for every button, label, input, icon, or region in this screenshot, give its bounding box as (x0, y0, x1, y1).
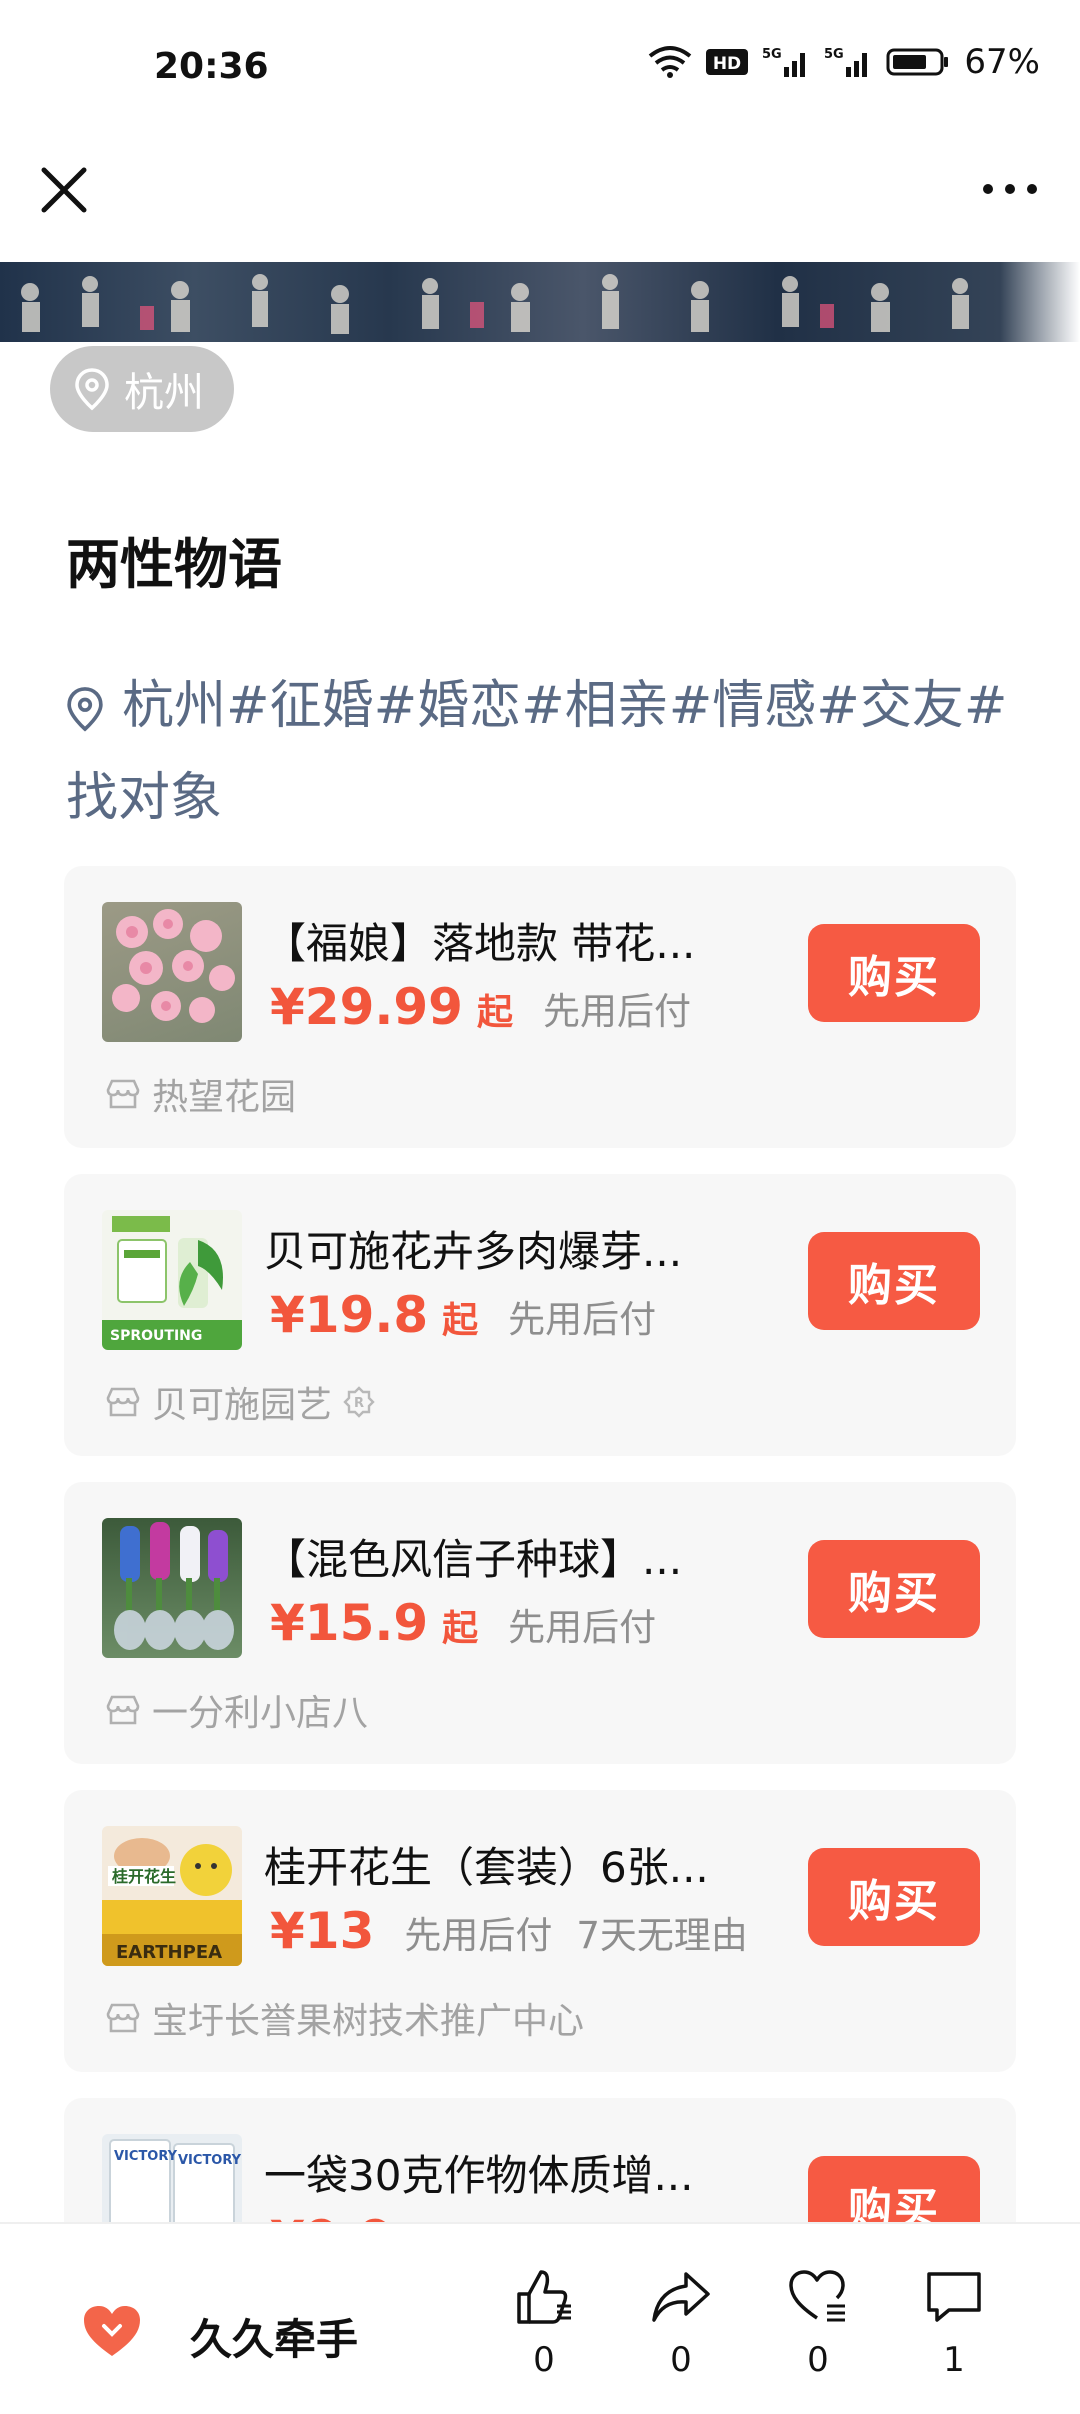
share-count: 0 (670, 2340, 692, 2380)
share-button[interactable]: 0 (641, 2266, 721, 2380)
product-price: ¥15.9 (270, 1594, 429, 1652)
verified-badge-icon: R (343, 1386, 375, 1418)
product-thumbnail (102, 902, 242, 1042)
product-price-row: ¥15.9 起 先用后付 (270, 1594, 656, 1652)
shop-icon (106, 2003, 140, 2033)
buy-button[interactable]: 购买 (808, 1540, 980, 1638)
svg-text:桂开花生: 桂开花生 (111, 1867, 176, 1886)
svg-text:EARTHPEA: EARTHPEA (116, 1942, 222, 1963)
buy-button[interactable]: 购买 (808, 1232, 980, 1330)
more-icon[interactable] (980, 174, 1040, 204)
shop-name: 热望花园 (152, 1077, 297, 1118)
product-price-row: ¥13 先用后付 7天无理由 (270, 1902, 748, 1960)
top-nav (0, 138, 1080, 262)
comment-icon (927, 2272, 981, 2322)
location-pin-icon (75, 368, 109, 411)
post-tags-text: 杭州#征婚#婚恋#相亲#情感#交友#找对象 (66, 676, 1008, 828)
product-card[interactable]: 【混色风信子种球】... ¥15.9 起 先用后付 一分利小店八 购买 (64, 1482, 1016, 1764)
shop-name: 一分利小店八 (152, 1693, 369, 1734)
product-price: ¥19.8 (270, 1286, 429, 1344)
pay-later-tag: 先用后付 (404, 1914, 553, 1957)
price-suffix: 起 (442, 1300, 479, 1341)
product-name: 【混色风信子种球】... (264, 1535, 683, 1584)
location-pin-icon (67, 687, 103, 732)
like-count: 0 (533, 2340, 555, 2380)
product-card[interactable]: 桂开花生 EARTHPEA 桂开花生（套装）6张... ¥13 先用后付 7天无… (64, 1790, 1016, 2072)
svg-text:HD: HD (713, 54, 741, 74)
shop-icon (106, 1387, 140, 1417)
product-card[interactable]: SPROUTING 贝可施花卉多肉爆芽... ¥19.8 起 先用后付 贝可施园… (64, 1174, 1016, 1456)
product-price: ¥29.99 (270, 978, 463, 1036)
product-name: 贝可施花卉多肉爆芽... (264, 1227, 683, 1276)
price-suffix: 起 (476, 992, 513, 1033)
svg-text:SPROUTING: SPROUTING (110, 1328, 202, 1344)
comment-button[interactable]: 1 (914, 2266, 994, 2380)
svg-text:R: R (354, 1396, 364, 1411)
account-name[interactable]: 久久牵手 (190, 2306, 358, 2367)
shop-icon (106, 1695, 140, 1725)
return-policy-tag: 7天无理由 (576, 1914, 748, 1957)
like-button[interactable]: 0 (504, 2266, 584, 2380)
status-time: 20:36 (154, 46, 269, 87)
location-badge[interactable]: 杭州 (50, 346, 234, 432)
post-tags[interactable]: 杭州#征婚#婚恋#相亲#情感#交友#找对象 (66, 660, 1026, 844)
pay-later-tag: 先用后付 (542, 990, 691, 1033)
cover-image-crowd (21, 274, 969, 334)
signal-5g-icon: 5G (824, 47, 868, 77)
favorite-count: 0 (807, 2340, 829, 2380)
post-title: 两性物语 (66, 533, 282, 596)
product-name: 一袋30克作物体质增... (264, 2151, 694, 2200)
product-price: ¥13 (270, 1902, 375, 1960)
close-icon[interactable] (36, 162, 92, 218)
battery-icon (886, 48, 949, 76)
pay-later-tag: 先用后付 (508, 1606, 657, 1649)
shop-row[interactable]: 贝可施园艺 R (104, 1376, 376, 1428)
product-price-row: ¥29.99 起 先用后付 (270, 978, 691, 1036)
battery-percent: 67% (964, 42, 1040, 82)
svg-text:VICTORY: VICTORY (178, 2153, 242, 2168)
favorite-button[interactable]: 0 (778, 2266, 858, 2380)
shop-icon (106, 1079, 140, 1109)
status-icons: HD 5G 5G 67% (648, 42, 1040, 82)
share-icon (652, 2272, 710, 2322)
shop-row[interactable]: 一分利小店八 (104, 1684, 368, 1736)
bottom-action-bar: 久久牵手 0 0 0 1 (0, 2222, 1080, 2414)
shop-name: 贝可施园艺 (152, 1385, 333, 1426)
status-bar: 20:36 HD 5G 5G 67% (0, 0, 1080, 138)
product-name: 【福娘】落地款 带花... (264, 919, 696, 968)
buy-button[interactable]: 购买 (808, 924, 980, 1022)
wifi-icon (649, 46, 692, 78)
buy-button[interactable]: 购买 (808, 1848, 980, 1946)
heart-list-icon (789, 2270, 845, 2322)
location-city: 杭州 (124, 370, 204, 416)
product-name: 桂开花生（套装）6张... (264, 1843, 709, 1892)
svg-text:5G: 5G (824, 47, 844, 62)
product-thumbnail (102, 1518, 242, 1658)
pay-later-tag: 先用后付 (508, 1298, 657, 1341)
cover-image-fade (1000, 262, 1080, 342)
comment-count: 1 (943, 2340, 965, 2380)
account-logo-icon[interactable] (82, 2304, 142, 2358)
thumbs-up-icon (517, 2270, 571, 2324)
shop-row[interactable]: 热望花园 (104, 1068, 296, 1120)
product-card[interactable]: 【福娘】落地款 带花... ¥29.99 起 先用后付 热望花园 购买 (64, 866, 1016, 1148)
product-thumbnail: SPROUTING (102, 1210, 242, 1350)
cover-image (0, 262, 1080, 342)
price-suffix: 起 (442, 1608, 479, 1649)
product-price-row: ¥19.8 起 先用后付 (270, 1286, 656, 1344)
svg-text:VICTORY: VICTORY (114, 2149, 178, 2164)
shop-row[interactable]: 宝圩长誉果树技术推广中心 (104, 1992, 584, 2044)
shop-name: 宝圩长誉果树技术推广中心 (152, 2001, 585, 2042)
product-thumbnail: 桂开花生 EARTHPEA (102, 1826, 242, 1966)
signal-5g-icon: 5G (762, 47, 806, 77)
svg-text:5G: 5G (762, 47, 782, 62)
hd-icon: HD (706, 49, 749, 75)
